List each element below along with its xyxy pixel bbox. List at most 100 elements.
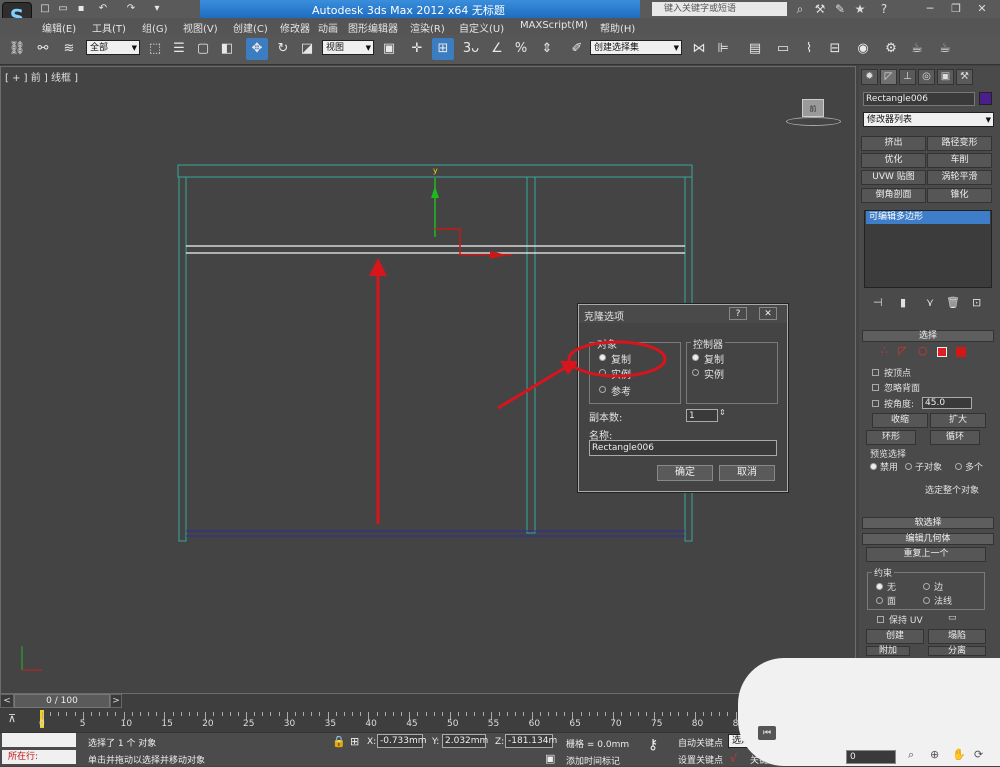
constraint-face-radio[interactable] [876,597,883,604]
snap-3d-icon[interactable]: 3ᴗ [460,38,482,60]
material-editor-icon[interactable]: ◉ [852,38,874,60]
name-field[interactable]: Rectangle006 [589,440,777,456]
dialog-close-button[interactable]: ✕ [759,307,777,320]
schematic-view-icon[interactable]: ⊟ [824,38,846,60]
taper-button[interactable]: 锥化 [927,188,992,203]
attach-button[interactable]: 附加 [866,646,910,656]
edit-geometry-rollout-header[interactable]: 编辑几何体 [862,533,994,545]
element-subobject-icon[interactable] [956,347,966,357]
render-setup-icon[interactable]: ⚙ [880,38,902,60]
percent-snap-icon[interactable]: % [510,38,532,60]
preview-multi-label[interactable]: 多个 [965,460,983,473]
constraint-normal-radio[interactable] [923,597,930,604]
select-and-move-icon[interactable]: ✥ [246,38,268,60]
prev-frame-icon[interactable]: < [0,694,14,708]
lock-selection-icon[interactable]: 🔒 [332,735,346,748]
remove-modifier-icon[interactable]: 🗑 [946,296,960,309]
utilities-tab-icon[interactable]: ⚒ [956,69,973,85]
controller-instance-label[interactable]: 实例 [704,366,724,381]
display-tab-icon[interactable]: ▣ [937,69,954,85]
subscription-icon[interactable]: ⚒ [812,1,828,17]
bind-space-warp-icon[interactable]: ≋ [58,38,80,60]
current-frame-field[interactable]: 0 [846,750,896,764]
preserve-uv-settings-icon[interactable]: ▭ [948,613,957,623]
ok-button[interactable]: 确定 [657,465,713,481]
angle-snap-icon[interactable]: ∠ [486,38,508,60]
undo-icon[interactable]: ↶ [96,2,110,15]
set-key-button[interactable]: 设置关键点 [678,753,723,766]
mini-curve-editor-icon[interactable]: ⊼ [8,712,26,728]
absolute-mode-icon[interactable]: ⊞ [350,735,359,748]
auto-key-button[interactable]: 自动关键点 [678,736,723,749]
time-tag-icon[interactable]: ▣ [545,752,555,765]
copies-spinner[interactable]: 1 [686,409,718,422]
reference-coordinate-dropdown[interactable]: 视图 [322,40,374,55]
vertex-subobject-icon[interactable]: ∴ [881,344,888,357]
collapse-button[interactable]: 塌陷 [928,629,986,644]
cancel-button[interactable]: 取消 [719,465,775,481]
repeat-last-button[interactable]: 重复上一个 [866,547,986,562]
menu-tools[interactable]: 工具(T) [92,20,126,35]
dialog-help-button[interactable]: ? [729,307,747,320]
help-search-input[interactable]: 键入关键字或短语 [652,2,787,16]
named-selection-set-dropdown[interactable]: 创建选择集 [590,40,682,55]
create-tab-icon[interactable]: ✹ [861,69,878,85]
window-crossing-icon[interactable]: ◧ [216,38,238,60]
uvw-map-button[interactable]: UVW 贴图 [861,170,926,185]
controller-instance-radio[interactable] [692,369,699,376]
link-icon[interactable]: ⛓ [6,38,28,60]
menu-rendering[interactable]: 渲染(R) [410,20,445,35]
menu-create[interactable]: 创建(C) [233,20,268,35]
controller-copy-radio[interactable] [692,354,699,361]
open-file-icon[interactable]: ▭ [56,2,70,15]
z-coord-field[interactable]: -181.134m [505,734,557,748]
pan-icon[interactable]: ✋ [952,748,968,764]
loop-button[interactable]: 循环 [930,430,980,445]
extrude-button[interactable]: 挤出 [861,136,926,151]
detach-button[interactable]: 分离 [928,646,986,656]
reference-radio[interactable] [599,386,606,393]
preserve-uv-checkbox[interactable] [877,616,884,623]
preview-multi-radio[interactable] [955,463,962,470]
quick-access-dropdown-icon[interactable]: ▾ [150,2,164,15]
object-name-field[interactable]: Rectangle006 [863,92,975,106]
menu-group[interactable]: 组(G) [142,20,168,35]
copies-spinner-arrows-icon[interactable]: ⇕ [719,408,726,417]
show-end-result-icon[interactable]: ▮ [900,296,906,309]
make-unique-icon[interactable]: ⋎ [926,296,934,309]
preview-subobject-label[interactable]: 子对象 [915,460,942,473]
constraint-none-radio[interactable] [876,583,883,590]
lathe-button[interactable]: 车削 [927,153,992,168]
rendered-frame-window-icon[interactable]: ☕ [906,38,928,60]
controller-copy-label[interactable]: 复制 [704,351,724,366]
menu-maxscript[interactable]: MAXScript(M) [520,20,588,31]
select-object-icon[interactable]: ⬚ [144,38,166,60]
new-file-icon[interactable]: □ [38,2,52,15]
preview-subobject-radio[interactable] [905,463,912,470]
hierarchy-tab-icon[interactable]: ⊥ [899,69,916,85]
layer-manager-icon[interactable]: ▤ [744,38,766,60]
menu-modifiers[interactable]: 修改器 [280,20,310,35]
border-subobject-icon[interactable]: ○ [918,344,928,357]
grow-button[interactable]: 扩大 [930,413,986,428]
turbosmooth-button[interactable]: 涡轮平滑 [927,170,992,185]
rectangular-selection-icon[interactable]: ▢ [192,38,214,60]
constraint-edge-radio[interactable] [923,583,930,590]
reference-radio-label[interactable]: 参考 [611,383,631,398]
modifier-list-dropdown[interactable]: 修改器列表 [863,112,994,127]
zoom-all-icon[interactable]: ⊕ [930,748,946,764]
optimize-button[interactable]: 优化 [861,153,926,168]
pin-stack-icon[interactable]: ⊣ [873,296,883,309]
align-icon[interactable]: ⊫ [712,38,734,60]
x-coord-field[interactable]: -0.733mm [377,734,427,748]
select-and-scale-icon[interactable]: ◪ [296,38,318,60]
y-coord-field[interactable]: 2.032mm [442,734,488,748]
polygon-subobject-icon[interactable] [937,347,947,357]
modify-tab-icon[interactable]: ◸ [880,69,897,85]
motion-tab-icon[interactable]: ◎ [918,69,935,85]
communication-icon[interactable]: ✎ [832,1,848,17]
mirror-icon[interactable]: ⋈ [688,38,710,60]
menu-customize[interactable]: 自定义(U) [459,20,504,35]
configure-modifier-sets-icon[interactable]: ⊡ [972,296,981,309]
menu-edit[interactable]: 编辑(E) [42,20,76,35]
